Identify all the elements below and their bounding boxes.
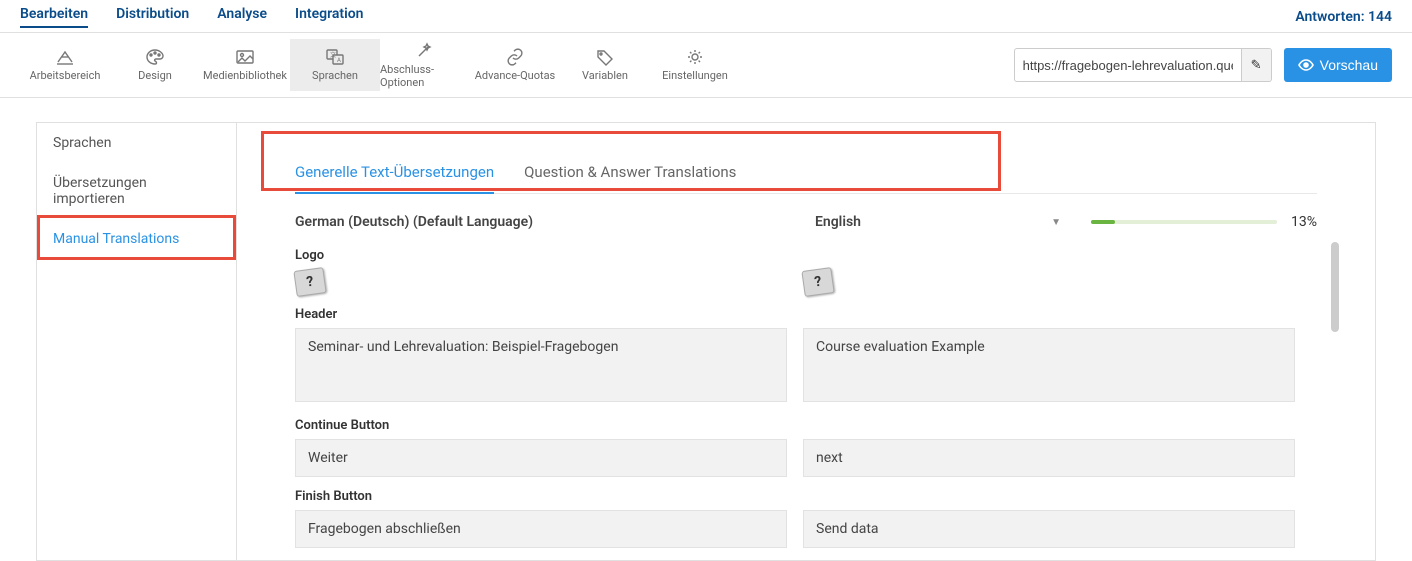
tool-sprachen[interactable]: 文A Sprachen <box>290 39 380 91</box>
finish-input-en[interactable] <box>803 510 1295 548</box>
tool-variablen[interactable]: Variablen <box>560 39 650 91</box>
tabs: Generelle Text-Übersetzungen Question & … <box>295 153 1317 194</box>
progress-wrap: 13% <box>1061 214 1317 230</box>
tool-advancequotas[interactable]: Advance-Quotas <box>470 39 560 91</box>
tool-label: Arbeitsbereich <box>30 69 101 82</box>
responses-count: Antworten: 144 <box>1295 9 1392 25</box>
continue-input-de[interactable] <box>295 439 787 477</box>
tool-label: Advance-Quotas <box>475 69 555 82</box>
svg-text:文: 文 <box>330 51 336 59</box>
continue-input-en[interactable] <box>803 439 1295 477</box>
logo-placeholder-icon[interactable]: ? <box>801 267 834 297</box>
topnav-integration[interactable]: Integration <box>295 6 363 28</box>
field-label-logo: Logo <box>295 248 1317 263</box>
tool-label: Medienbibliothek <box>203 69 287 82</box>
progress-bar <box>1091 220 1277 224</box>
finish-input-de[interactable] <box>295 510 787 548</box>
field-label-continue: Continue Button <box>295 418 1317 433</box>
toolbar: Arbeitsbereich Design Medienbibliothek 文… <box>0 33 1412 98</box>
tool-einstellungen[interactable]: Einstellungen <box>650 39 740 91</box>
url-box: ✎ <box>1014 48 1272 82</box>
tool-label: Sprachen <box>312 69 358 82</box>
wand-icon <box>415 42 435 60</box>
progress-fill <box>1091 220 1115 224</box>
sidebar-item-sprachen[interactable]: Sprachen <box>37 123 236 163</box>
preview-label: Vorschau <box>1320 57 1378 73</box>
tool-label: Variablen <box>582 69 628 82</box>
tool-arbeitsbereich[interactable]: Arbeitsbereich <box>20 39 110 91</box>
logo-placeholder-icon[interactable]: ? <box>293 267 326 297</box>
svg-text:A: A <box>337 57 341 64</box>
main-panel: Generelle Text-Übersetzungen Question & … <box>236 122 1376 561</box>
pencil-icon: ✎ <box>1251 58 1262 73</box>
sidebar-item-import[interactable]: Übersetzungen importieren <box>37 163 236 219</box>
topnav-analyse[interactable]: Analyse <box>217 6 267 28</box>
translate-icon: 文A <box>325 48 345 66</box>
default-language-label: German (Deutsch) (Default Language) <box>295 214 815 230</box>
workspace-icon <box>55 48 75 66</box>
tab-general[interactable]: Generelle Text-Übersetzungen <box>295 153 494 193</box>
sidebar: Sprachen Übersetzungen importieren Manua… <box>36 122 236 561</box>
palette-icon <box>145 48 165 66</box>
tool-design[interactable]: Design <box>110 39 200 91</box>
tag-icon <box>595 48 615 66</box>
progress-percent: 13% <box>1291 214 1317 230</box>
edit-url-button[interactable]: ✎ <box>1241 49 1271 81</box>
tool-medienbibliothek[interactable]: Medienbibliothek <box>200 39 290 91</box>
tool-abschluss[interactable]: Abschluss-Optionen <box>380 39 470 91</box>
tool-label: Design <box>138 69 172 82</box>
top-nav: Bearbeiten Distribution Analyse Integrat… <box>0 0 1412 33</box>
tool-label: Einstellungen <box>662 69 728 82</box>
preview-button[interactable]: Vorschau <box>1284 48 1392 82</box>
chevron-down-icon: ▼ <box>1051 217 1061 228</box>
target-language-label: English <box>815 214 861 230</box>
scrollbar[interactable] <box>1331 242 1339 332</box>
image-icon <box>235 48 255 66</box>
topnav-distribution[interactable]: Distribution <box>116 6 189 28</box>
eye-icon <box>1298 59 1314 71</box>
language-row: German (Deutsch) (Default Language) Engl… <box>295 214 1317 230</box>
field-label-header: Header <box>295 307 1317 322</box>
sidebar-item-manual[interactable]: Manual Translations <box>37 219 236 259</box>
header-input-de[interactable] <box>295 328 787 402</box>
url-input[interactable] <box>1015 58 1241 73</box>
header-input-en[interactable] <box>803 328 1295 402</box>
tool-label: Abschluss-Optionen <box>380 63 470 89</box>
gear-icon <box>685 48 705 66</box>
link-icon <box>505 48 525 66</box>
tab-qa[interactable]: Question & Answer Translations <box>524 153 736 193</box>
target-language-select[interactable]: English ▼ <box>815 214 1061 230</box>
topnav-bearbeiten[interactable]: Bearbeiten <box>20 6 88 28</box>
field-label-finish: Finish Button <box>295 489 1317 504</box>
